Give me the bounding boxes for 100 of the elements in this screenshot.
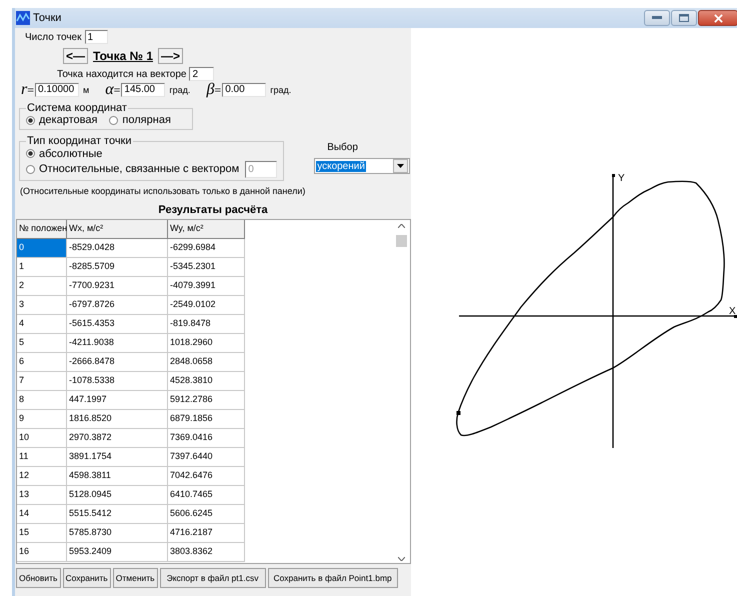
table-cell[interactable]: 9 (17, 410, 67, 429)
table-cell: 5785.8730 (67, 524, 168, 543)
table-cell: -8285.5709 (67, 258, 168, 277)
results-title: Результаты расчёта (157, 204, 269, 218)
table-cell: -6299.6984 (168, 239, 245, 258)
column-header[interactable]: Wx, м/с² (67, 220, 168, 239)
window-title: Точки (33, 12, 62, 24)
close-button[interactable] (698, 10, 737, 26)
table-cell: -5615.4353 (67, 315, 168, 334)
table-cell: 4716.2187 (168, 524, 245, 543)
table-cell: 7397.6440 (168, 448, 245, 467)
column-header[interactable]: № положен (17, 220, 67, 239)
table-cell: -7700.9231 (67, 277, 168, 296)
radio-option[interactable]: полярная (109, 114, 171, 126)
choice-dropdown[interactable]: ускорений (314, 158, 410, 174)
scrollbar-thumb[interactable] (396, 235, 407, 247)
table-cell: -4211.9038 (67, 334, 168, 353)
scroll-down-icon (398, 557, 405, 561)
table-cell[interactable]: 10 (17, 429, 67, 448)
table-cell: 6879.1856 (168, 410, 245, 429)
radio-option[interactable]: абсолютные (26, 148, 102, 160)
vector-field[interactable]: 2 (189, 67, 214, 81)
table-cell[interactable]: 1 (17, 258, 67, 277)
table-cell: 2848.0658 (168, 353, 245, 372)
table-cell: -819.8478 (168, 315, 245, 334)
group-title: Система координат (26, 102, 128, 114)
next-button[interactable]: —> (158, 48, 184, 64)
previous-button[interactable]: <— (63, 48, 88, 64)
table-cell[interactable]: 2 (17, 277, 67, 296)
action-button[interactable]: Отменить (112, 568, 158, 588)
table-cell: 1816.8520 (67, 410, 168, 429)
action-button[interactable]: Сохранить в файл Point1.bmp (268, 568, 398, 588)
radio-option[interactable]: Относительные, связанные с вектором (26, 163, 240, 175)
table-cell[interactable]: 8 (17, 391, 67, 410)
table-cell: 1018.2960 (168, 334, 245, 353)
action-button[interactable]: Сохранить (62, 568, 111, 588)
point-marker (456, 411, 460, 415)
caret-icon (397, 164, 404, 168)
table-cell[interactable]: 4 (17, 315, 67, 334)
table-cell: 5128.0945 (67, 486, 168, 505)
table-cell: 6410.7465 (168, 486, 245, 505)
table-cell: -1078.5338 (67, 372, 168, 391)
y-axis-label: Y (618, 173, 625, 184)
table-cell[interactable]: 16 (17, 543, 67, 562)
table-cell[interactable]: 15 (17, 524, 67, 543)
choice-label: Выбор (327, 142, 359, 153)
table-cell: 447.1997 (67, 391, 168, 410)
table-cell: 5515.5412 (67, 505, 168, 524)
close-icon (714, 14, 722, 22)
table-cell: 2970.3872 (67, 429, 168, 448)
maximize-icon (679, 14, 689, 22)
parameter-symbol: α= (105, 80, 120, 98)
table-cell[interactable]: 12 (17, 467, 67, 486)
column-header[interactable]: Wy, м/с² (168, 220, 245, 239)
table-cell[interactable]: 13 (17, 486, 67, 505)
radio-option[interactable]: декартовая (26, 114, 98, 126)
count-label: Число точек (25, 32, 82, 42)
unit-label: град. (270, 84, 292, 94)
group-title: Тип координат точки (26, 135, 133, 147)
unit-label: м (83, 84, 90, 94)
point-title: Точка № 1 (93, 49, 153, 63)
table-cell[interactable]: 11 (17, 448, 67, 467)
scroll-up-icon (398, 224, 405, 228)
table-cell[interactable]: 3 (17, 296, 67, 315)
app-icon (16, 11, 30, 25)
table-cell: 7042.6476 (168, 467, 245, 486)
note-text: (Относительные координаты использовать только в данной панели) (20, 186, 306, 196)
table-cell: -5345.2301 (168, 258, 245, 277)
table-cell[interactable]: 5 (17, 334, 67, 353)
parameter-field[interactable]: 0.00 (222, 82, 266, 96)
vector-label: Точка находится на векторе (57, 68, 186, 80)
table-cell: -4079.3991 (168, 277, 245, 296)
minimize-icon (652, 16, 662, 20)
action-button[interactable]: Обновить (16, 568, 60, 588)
table-cell[interactable]: 0 (17, 239, 67, 258)
table-cell: 5953.2409 (67, 543, 168, 562)
table-cell: 3803.8362 (168, 543, 245, 562)
unit-label: град. (169, 84, 190, 94)
action-button[interactable]: Экспорт в файл pt1.csv (160, 568, 266, 588)
parameter-symbol: r= (21, 80, 34, 98)
parameter-field[interactable]: 145.00 (121, 82, 166, 96)
count-field[interactable]: 1 (84, 30, 108, 44)
table-cell[interactable]: 7 (17, 372, 67, 391)
scrollbar[interactable] (395, 224, 408, 561)
parameter-field[interactable]: 0.10000 (35, 82, 80, 96)
table-cell: 4598.3811 (67, 467, 168, 486)
x-axis-label: X (729, 306, 736, 317)
table-cell: 7369.0416 (168, 429, 245, 448)
table-cell: -8529.0428 (67, 239, 168, 258)
table-cell: 4528.3810 (168, 372, 245, 391)
table-cell: 5606.6245 (168, 505, 245, 524)
table-cell: 3891.1754 (67, 448, 168, 467)
minimize-button[interactable] (644, 10, 670, 26)
table-cell[interactable]: 6 (17, 353, 67, 372)
parameter-symbol: β= (206, 80, 222, 98)
table-cell: 5912.2786 (168, 391, 245, 410)
table-cell: -6797.8726 (67, 296, 168, 315)
table-cell: -2666.8478 (67, 353, 168, 372)
table-cell[interactable]: 14 (17, 505, 67, 524)
maximize-button[interactable] (671, 10, 697, 26)
